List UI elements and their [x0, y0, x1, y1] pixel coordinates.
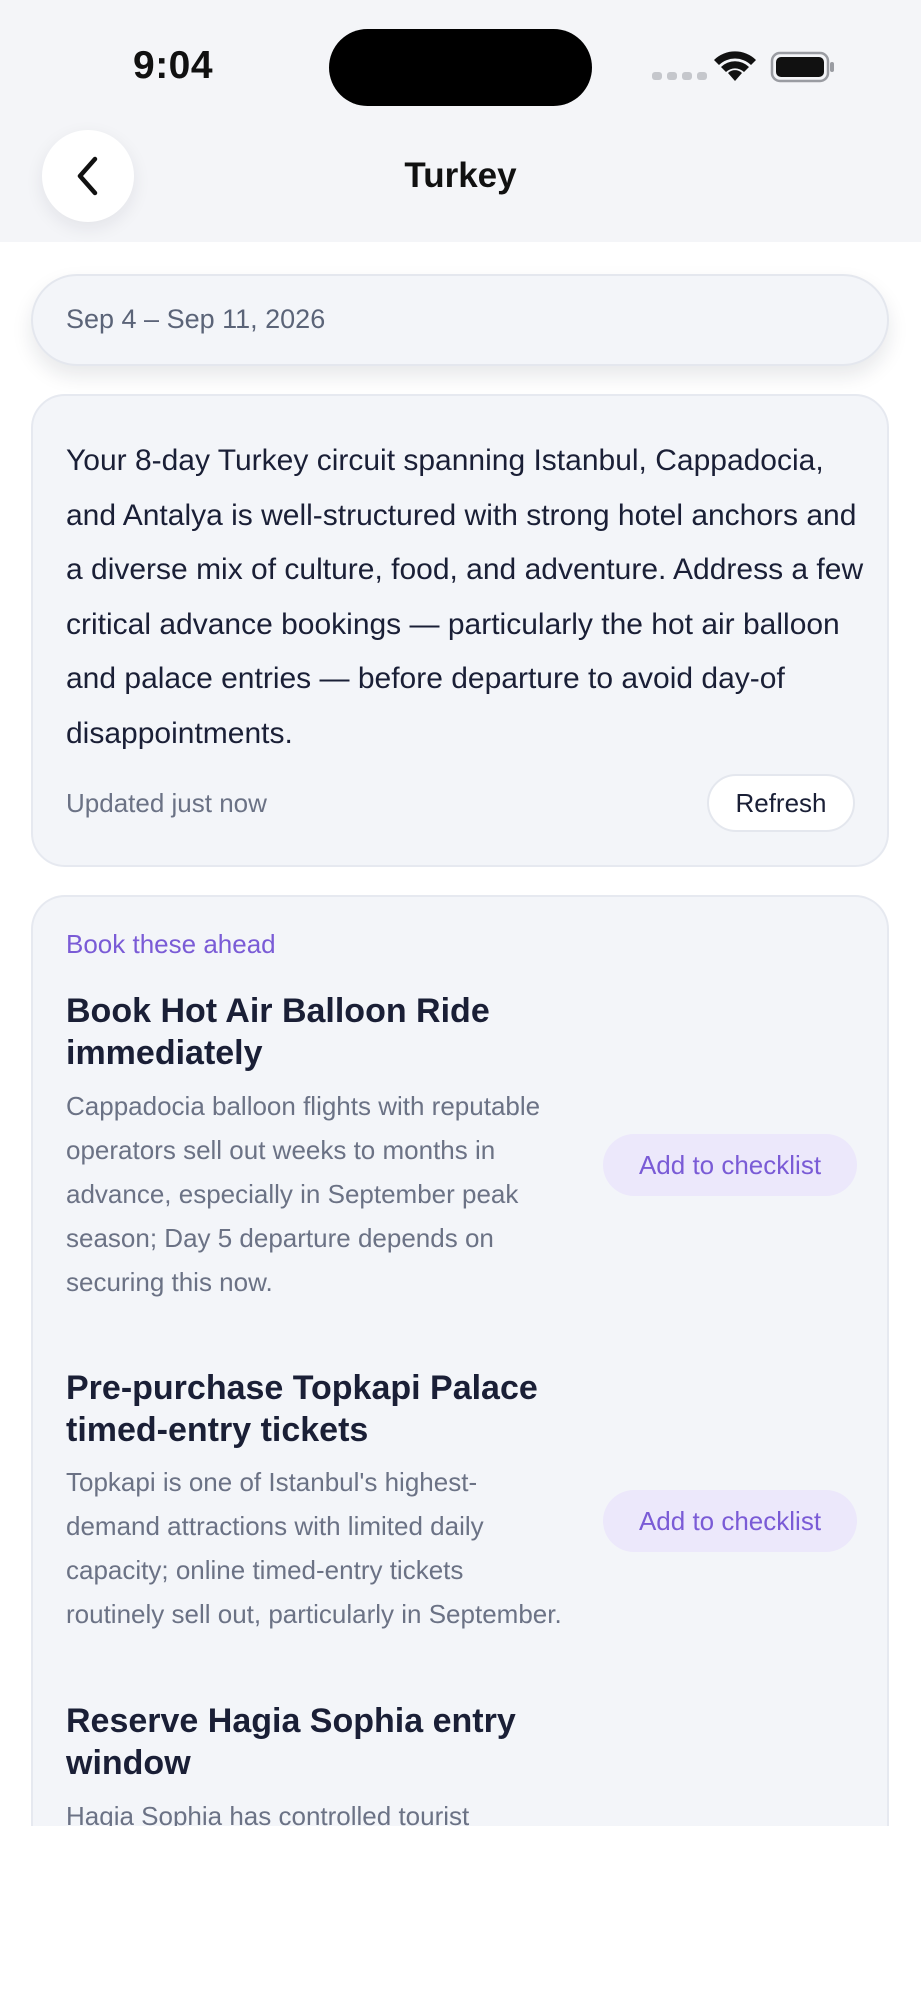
summary-text: Your 8-day Turkey circuit spanning Istan… — [66, 444, 864, 750]
signal-icon — [652, 72, 707, 80]
battery-icon — [770, 51, 834, 83]
updated-status: Updated just now — [66, 788, 267, 818]
bottom-blank-area — [0, 1826, 921, 2000]
summary-card: Your 8-day Turkey circuit spanning Istan… — [31, 394, 889, 867]
refresh-button[interactable]: Refresh — [707, 774, 855, 832]
booking-item-description: Topkapi is one of Istanbul's highest-dem… — [66, 1467, 562, 1629]
booking-item-title: Reserve Hagia Sophia entry window — [66, 1702, 516, 1782]
booking-item-description: Cappadocia balloon flights with reputabl… — [66, 1091, 541, 1297]
status-time: 9:04 — [133, 44, 214, 87]
nav-bar: Turkey — [0, 120, 921, 242]
dynamic-island — [329, 29, 592, 106]
trip-dates-pill[interactable]: Sep 4 – Sep 11, 2026 — [31, 274, 889, 366]
section-label: Book these ahead — [66, 929, 276, 959]
wifi-icon — [714, 51, 756, 81]
book-ahead-card: Book these ahead Book Hot Air Balloon Ri… — [31, 895, 889, 1835]
page-title: Turkey — [404, 156, 517, 195]
booking-item-title: Pre-purchase Topkapi Palace timed-entry … — [66, 1369, 538, 1449]
add-to-checklist-button[interactable]: Add to checklist — [603, 1134, 857, 1196]
add-to-checklist-button[interactable]: Add to checklist — [603, 1490, 857, 1552]
booking-item-title: Book Hot Air Balloon Ride immediately — [66, 992, 490, 1072]
status-bar: 9:04 — [0, 0, 921, 120]
trip-dates: Sep 4 – Sep 11, 2026 — [66, 304, 326, 334]
